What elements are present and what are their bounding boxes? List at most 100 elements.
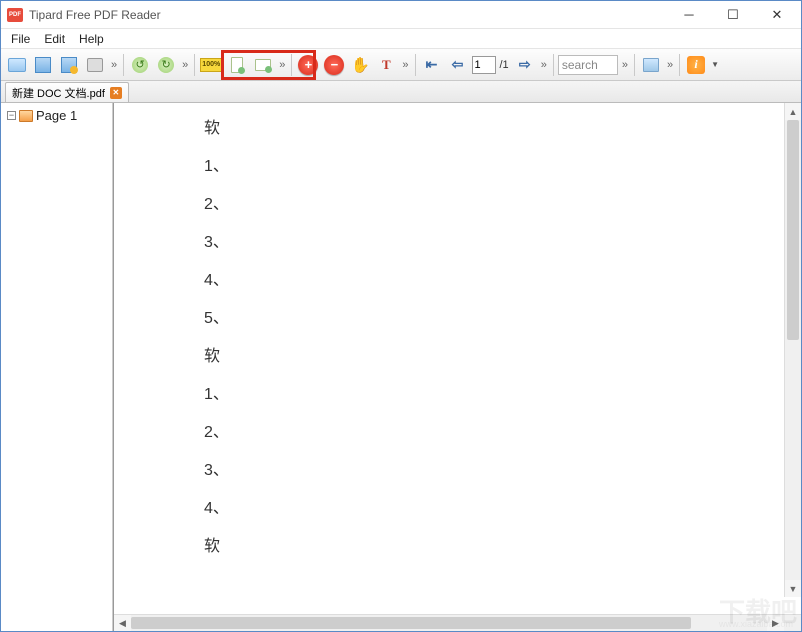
zoom-100-icon: 100% xyxy=(200,58,222,72)
zoom-out-button[interactable]: − xyxy=(322,53,346,77)
save-button[interactable] xyxy=(31,53,55,77)
close-button[interactable]: ✕ xyxy=(755,2,799,28)
tree-collapse-icon[interactable]: − xyxy=(7,111,16,120)
fit-width-button[interactable] xyxy=(225,53,249,77)
search-input[interactable] xyxy=(558,55,618,75)
overflow-icon[interactable]: » xyxy=(180,59,190,71)
overflow-icon[interactable]: » xyxy=(620,59,630,71)
saveas-icon xyxy=(61,57,77,73)
hand-icon: ✋ xyxy=(351,56,370,74)
rotate-left-button[interactable] xyxy=(128,53,152,77)
window-title: Tipard Free PDF Reader xyxy=(29,8,667,22)
rotate-right-icon xyxy=(158,57,174,73)
info-icon: i xyxy=(687,56,705,74)
text-icon: T xyxy=(382,57,391,73)
document-line: 3、 xyxy=(204,463,801,479)
menu-file[interactable]: File xyxy=(5,31,36,47)
dropdown-arrow-icon[interactable]: ▼ xyxy=(711,60,719,69)
next-page-icon: ⇨ xyxy=(516,57,534,73)
vertical-scroll-thumb[interactable] xyxy=(787,120,799,340)
document-content: 软1、2、3、4、5、软1、2、3、4、软 xyxy=(114,103,801,555)
document-line: 5、 xyxy=(204,311,801,327)
document-line: 1、 xyxy=(204,159,801,175)
separator xyxy=(194,54,195,76)
snapshot-button[interactable] xyxy=(639,53,663,77)
separator xyxy=(415,54,416,76)
scroll-down-button[interactable]: ▼ xyxy=(785,580,801,597)
save-icon xyxy=(35,57,51,73)
zoom-100-button[interactable]: 100% xyxy=(199,53,223,77)
menu-help[interactable]: Help xyxy=(73,31,110,47)
hand-tool-button[interactable]: ✋ xyxy=(348,53,372,77)
overflow-icon[interactable]: » xyxy=(109,59,119,71)
print-icon xyxy=(87,58,103,72)
document-line: 4、 xyxy=(204,501,801,517)
document-line: 软 xyxy=(204,349,801,365)
separator xyxy=(634,54,635,76)
tab-filename: 新建 DOC 文档.pdf xyxy=(12,85,105,101)
minimize-button[interactable]: ─ xyxy=(667,2,711,28)
image-icon xyxy=(643,58,659,72)
prev-page-icon: ⇦ xyxy=(449,57,467,73)
horizontal-scrollbar[interactable]: ◀ ▶ xyxy=(114,614,801,631)
document-tab[interactable]: 新建 DOC 文档.pdf ✕ xyxy=(5,82,129,102)
overflow-icon[interactable]: » xyxy=(400,59,410,71)
prev-page-button[interactable]: ⇦ xyxy=(446,53,470,77)
page-total-label: /1 xyxy=(498,59,511,71)
vertical-scrollbar[interactable]: ▲ ▼ xyxy=(784,103,801,597)
document-line: 4、 xyxy=(204,273,801,289)
document-area: 软1、2、3、4、5、软1、2、3、4、软 ▲ ▼ ◀ ▶ xyxy=(113,103,801,631)
menu-edit[interactable]: Edit xyxy=(38,31,71,47)
workspace: − Page 1 软1、2、3、4、5、软1、2、3、4、软 ▲ ▼ ◀ ▶ xyxy=(1,103,801,631)
rotate-right-button[interactable] xyxy=(154,53,178,77)
app-icon xyxy=(7,8,23,22)
next-page-button[interactable]: ⇨ xyxy=(513,53,537,77)
separator xyxy=(291,54,292,76)
zoom-in-button[interactable]: + xyxy=(296,53,320,77)
page-sidebar: − Page 1 xyxy=(1,103,113,631)
overflow-icon[interactable]: » xyxy=(539,59,549,71)
text-select-button[interactable]: T xyxy=(374,53,398,77)
menubar: File Edit Help xyxy=(1,29,801,49)
overflow-icon[interactable]: » xyxy=(665,59,675,71)
plus-icon: + xyxy=(298,55,318,75)
document-line: 1、 xyxy=(204,387,801,403)
horizontal-scroll-track[interactable] xyxy=(131,615,767,631)
about-button[interactable]: i xyxy=(684,53,708,77)
document-tabbar: 新建 DOC 文档.pdf ✕ xyxy=(1,81,801,103)
separator xyxy=(123,54,124,76)
first-page-button[interactable]: ⇤ xyxy=(420,53,444,77)
fit-width-icon xyxy=(231,57,243,73)
page-tree-item[interactable]: − Page 1 xyxy=(5,107,108,124)
page-icon xyxy=(19,110,33,122)
separator xyxy=(679,54,680,76)
maximize-button[interactable]: ☐ xyxy=(711,2,755,28)
scroll-corner xyxy=(784,615,801,631)
document-line: 2、 xyxy=(204,197,801,213)
tab-close-button[interactable]: ✕ xyxy=(110,87,122,99)
saveas-button[interactable] xyxy=(57,53,81,77)
document-line: 2、 xyxy=(204,425,801,441)
minus-icon: − xyxy=(324,55,344,75)
horizontal-scroll-thumb[interactable] xyxy=(131,617,691,629)
toolbar: » » 100% » + − ✋ T » ⇤ ⇦ /1 ⇨ » » » i xyxy=(1,49,801,81)
first-page-icon: ⇤ xyxy=(423,57,441,73)
scroll-up-button[interactable]: ▲ xyxy=(785,103,801,120)
open-button[interactable] xyxy=(5,53,29,77)
fit-height-icon xyxy=(255,59,271,71)
fit-height-button[interactable] xyxy=(251,53,275,77)
document-viewport[interactable]: 软1、2、3、4、5、软1、2、3、4、软 ▲ ▼ xyxy=(114,103,801,614)
document-line: 软 xyxy=(204,539,801,555)
overflow-icon[interactable]: » xyxy=(277,59,287,71)
page-label: Page 1 xyxy=(36,108,77,123)
scroll-right-button[interactable]: ▶ xyxy=(767,615,784,631)
separator xyxy=(553,54,554,76)
page-number-input[interactable] xyxy=(472,56,496,74)
open-icon xyxy=(8,58,26,72)
rotate-left-icon xyxy=(132,57,148,73)
document-line: 3、 xyxy=(204,235,801,251)
titlebar: Tipard Free PDF Reader ─ ☐ ✕ xyxy=(1,1,801,29)
document-line: 软 xyxy=(204,121,801,137)
scroll-left-button[interactable]: ◀ xyxy=(114,615,131,631)
print-button[interactable] xyxy=(83,53,107,77)
